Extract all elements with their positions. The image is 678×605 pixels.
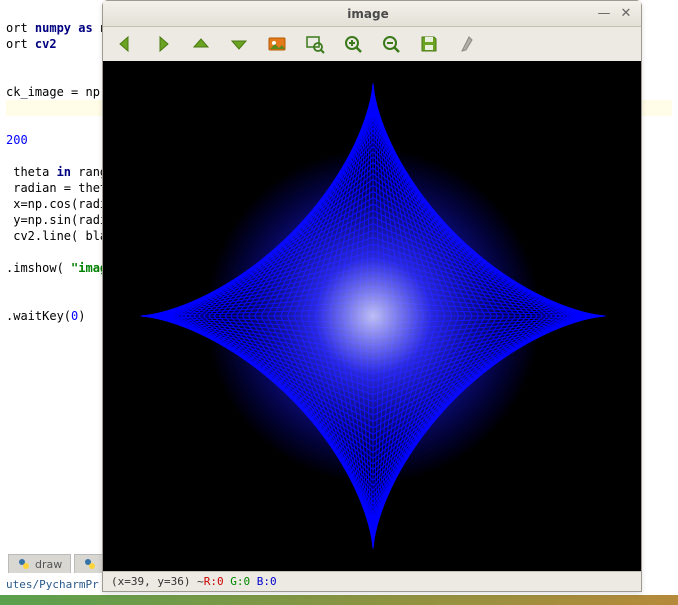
pan-left-button[interactable] bbox=[111, 30, 139, 58]
code-line: radian = thet bbox=[6, 181, 107, 195]
pan-right-button[interactable] bbox=[149, 30, 177, 58]
image-canvas[interactable] bbox=[103, 61, 641, 571]
code-line: ort cv2 bbox=[6, 37, 57, 51]
pixel-b: B:0 bbox=[257, 575, 277, 588]
window-titlebar[interactable]: image — ✕ bbox=[103, 1, 641, 27]
viewer-toolbar bbox=[103, 27, 641, 61]
code-line: cv2.line( bla bbox=[6, 229, 107, 243]
code-line: ort numpy as np bbox=[6, 21, 114, 35]
pixel-g: G:0 bbox=[230, 575, 250, 588]
python-file-icon bbox=[83, 557, 97, 571]
image-icon[interactable] bbox=[263, 30, 291, 58]
pan-down-button[interactable] bbox=[225, 30, 253, 58]
path-text: utes/PycharmPr bbox=[0, 578, 99, 591]
cursor-coords: (x=39, y=36) ~ bbox=[111, 575, 204, 588]
window-title: image bbox=[145, 7, 591, 21]
code-line: ck_image = np. bbox=[6, 85, 107, 99]
pan-up-button[interactable] bbox=[187, 30, 215, 58]
tab-draw[interactable]: draw bbox=[8, 554, 71, 573]
code-line: y=np.sin(radi bbox=[6, 213, 107, 227]
zoom-in-button[interactable] bbox=[339, 30, 367, 58]
editor-tab-bar: draw d bbox=[8, 554, 117, 573]
code-line: x=np.cos(radi bbox=[6, 197, 107, 211]
python-file-icon bbox=[17, 557, 31, 571]
zoom-region-button[interactable] bbox=[301, 30, 329, 58]
minimize-button[interactable]: — bbox=[595, 5, 613, 23]
code-line: .imshow( "imag bbox=[6, 261, 107, 275]
close-button[interactable]: ✕ bbox=[617, 5, 635, 23]
properties-button[interactable] bbox=[453, 30, 481, 58]
code-line: .waitKey(0) bbox=[6, 309, 86, 323]
code-line: 200 bbox=[6, 133, 28, 147]
zoom-out-button[interactable] bbox=[377, 30, 405, 58]
tab-label: draw bbox=[35, 558, 62, 571]
image-viewer-window: image — ✕ bbox=[102, 0, 642, 592]
pixel-r: R:0 bbox=[204, 575, 224, 588]
code-line: theta in rang bbox=[6, 165, 107, 179]
bottom-accent-strip bbox=[0, 595, 678, 605]
save-button[interactable] bbox=[415, 30, 443, 58]
viewer-statusbar: (x=39, y=36) ~ R:0 G:0 B:0 bbox=[103, 571, 641, 591]
